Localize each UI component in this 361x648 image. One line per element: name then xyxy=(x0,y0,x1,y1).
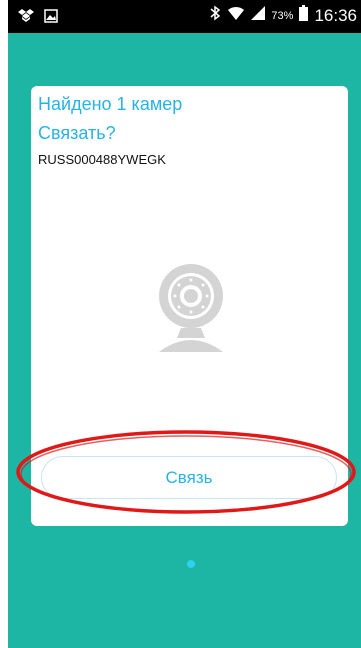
signal-icon xyxy=(251,5,266,26)
wifi-icon xyxy=(227,5,245,26)
status-time: 16:36 xyxy=(314,5,357,25)
battery-percent: 73% xyxy=(271,9,294,22)
status-right-icons: 73% 16:36 xyxy=(209,5,357,26)
app-screen: 73% 16:36 Найдено 1 камер Связать? RUSS0… xyxy=(8,0,361,648)
camera-serial: RUSS000488YWEGK xyxy=(38,152,166,167)
camera-found-card: Найдено 1 камер Связать? RUSS000488YWEGK xyxy=(31,86,348,526)
battery-icon xyxy=(299,5,309,26)
bluetooth-icon xyxy=(209,5,221,26)
image-notification-icon xyxy=(44,9,58,28)
dropbox-icon xyxy=(18,9,34,28)
camera-icon xyxy=(151,258,231,354)
found-cameras-title: Найдено 1 камер xyxy=(38,94,183,114)
status-left-icons xyxy=(18,9,58,28)
connect-button[interactable]: Связь xyxy=(41,456,337,499)
connect-question: Связать? xyxy=(38,123,116,143)
page-indicator-dot xyxy=(187,560,195,568)
status-bar: 73% 16:36 xyxy=(8,0,361,33)
